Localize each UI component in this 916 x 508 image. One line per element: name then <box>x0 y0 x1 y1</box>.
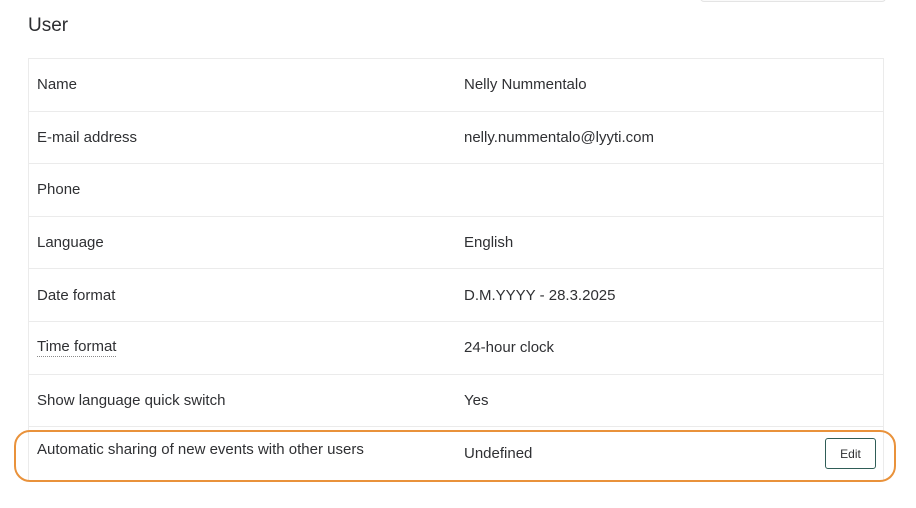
row-value-automatic-sharing: Undefined <box>464 445 533 463</box>
row-value-language: English <box>464 234 514 252</box>
row-value-date-format: D.M.YYYY - 28.3.2025 <box>464 286 616 304</box>
row-phone: Phone <box>29 164 883 217</box>
row-value-time-format: 24-hour clock <box>464 339 555 357</box>
row-label-email: E-mail address <box>37 128 138 146</box>
row-label-phone: Phone <box>37 181 81 199</box>
row-value-name: Nelly Nummentalo <box>464 76 587 94</box>
row-label-language-quick-switch: Show language quick switch <box>37 391 226 409</box>
row-value-email: nelly.nummentalo@lyyti.com <box>464 128 655 146</box>
row-language: Language English <box>29 217 883 270</box>
row-time-format: Time format 24-hour clock <box>29 322 883 375</box>
row-label-name: Name <box>37 76 78 94</box>
top-control-fragment <box>700 0 886 2</box>
row-email: E-mail address nelly.nummentalo@lyyti.co… <box>29 112 883 165</box>
section-title: User <box>28 15 69 36</box>
row-automatic-sharing: Automatic sharing of new events with oth… <box>29 427 883 481</box>
edit-button[interactable]: Edit <box>825 438 876 470</box>
row-name: Name Nelly Nummentalo <box>29 59 883 112</box>
user-details-table: Name Nelly Nummentalo E-mail address nel… <box>28 58 884 482</box>
row-date-format: Date format D.M.YYYY - 28.3.2025 <box>29 269 883 322</box>
row-value-language-quick-switch: Yes <box>464 391 489 409</box>
row-label-date-format: Date format <box>37 286 116 304</box>
user-settings-page: User Name Nelly Nummentalo E-mail addres… <box>0 0 916 508</box>
row-language-quick-switch: Show language quick switch Yes <box>29 375 883 428</box>
row-label-language: Language <box>37 234 104 252</box>
row-label-time-format[interactable]: Time format <box>37 338 117 358</box>
row-label-automatic-sharing: Automatic sharing of new events with oth… <box>37 441 364 459</box>
